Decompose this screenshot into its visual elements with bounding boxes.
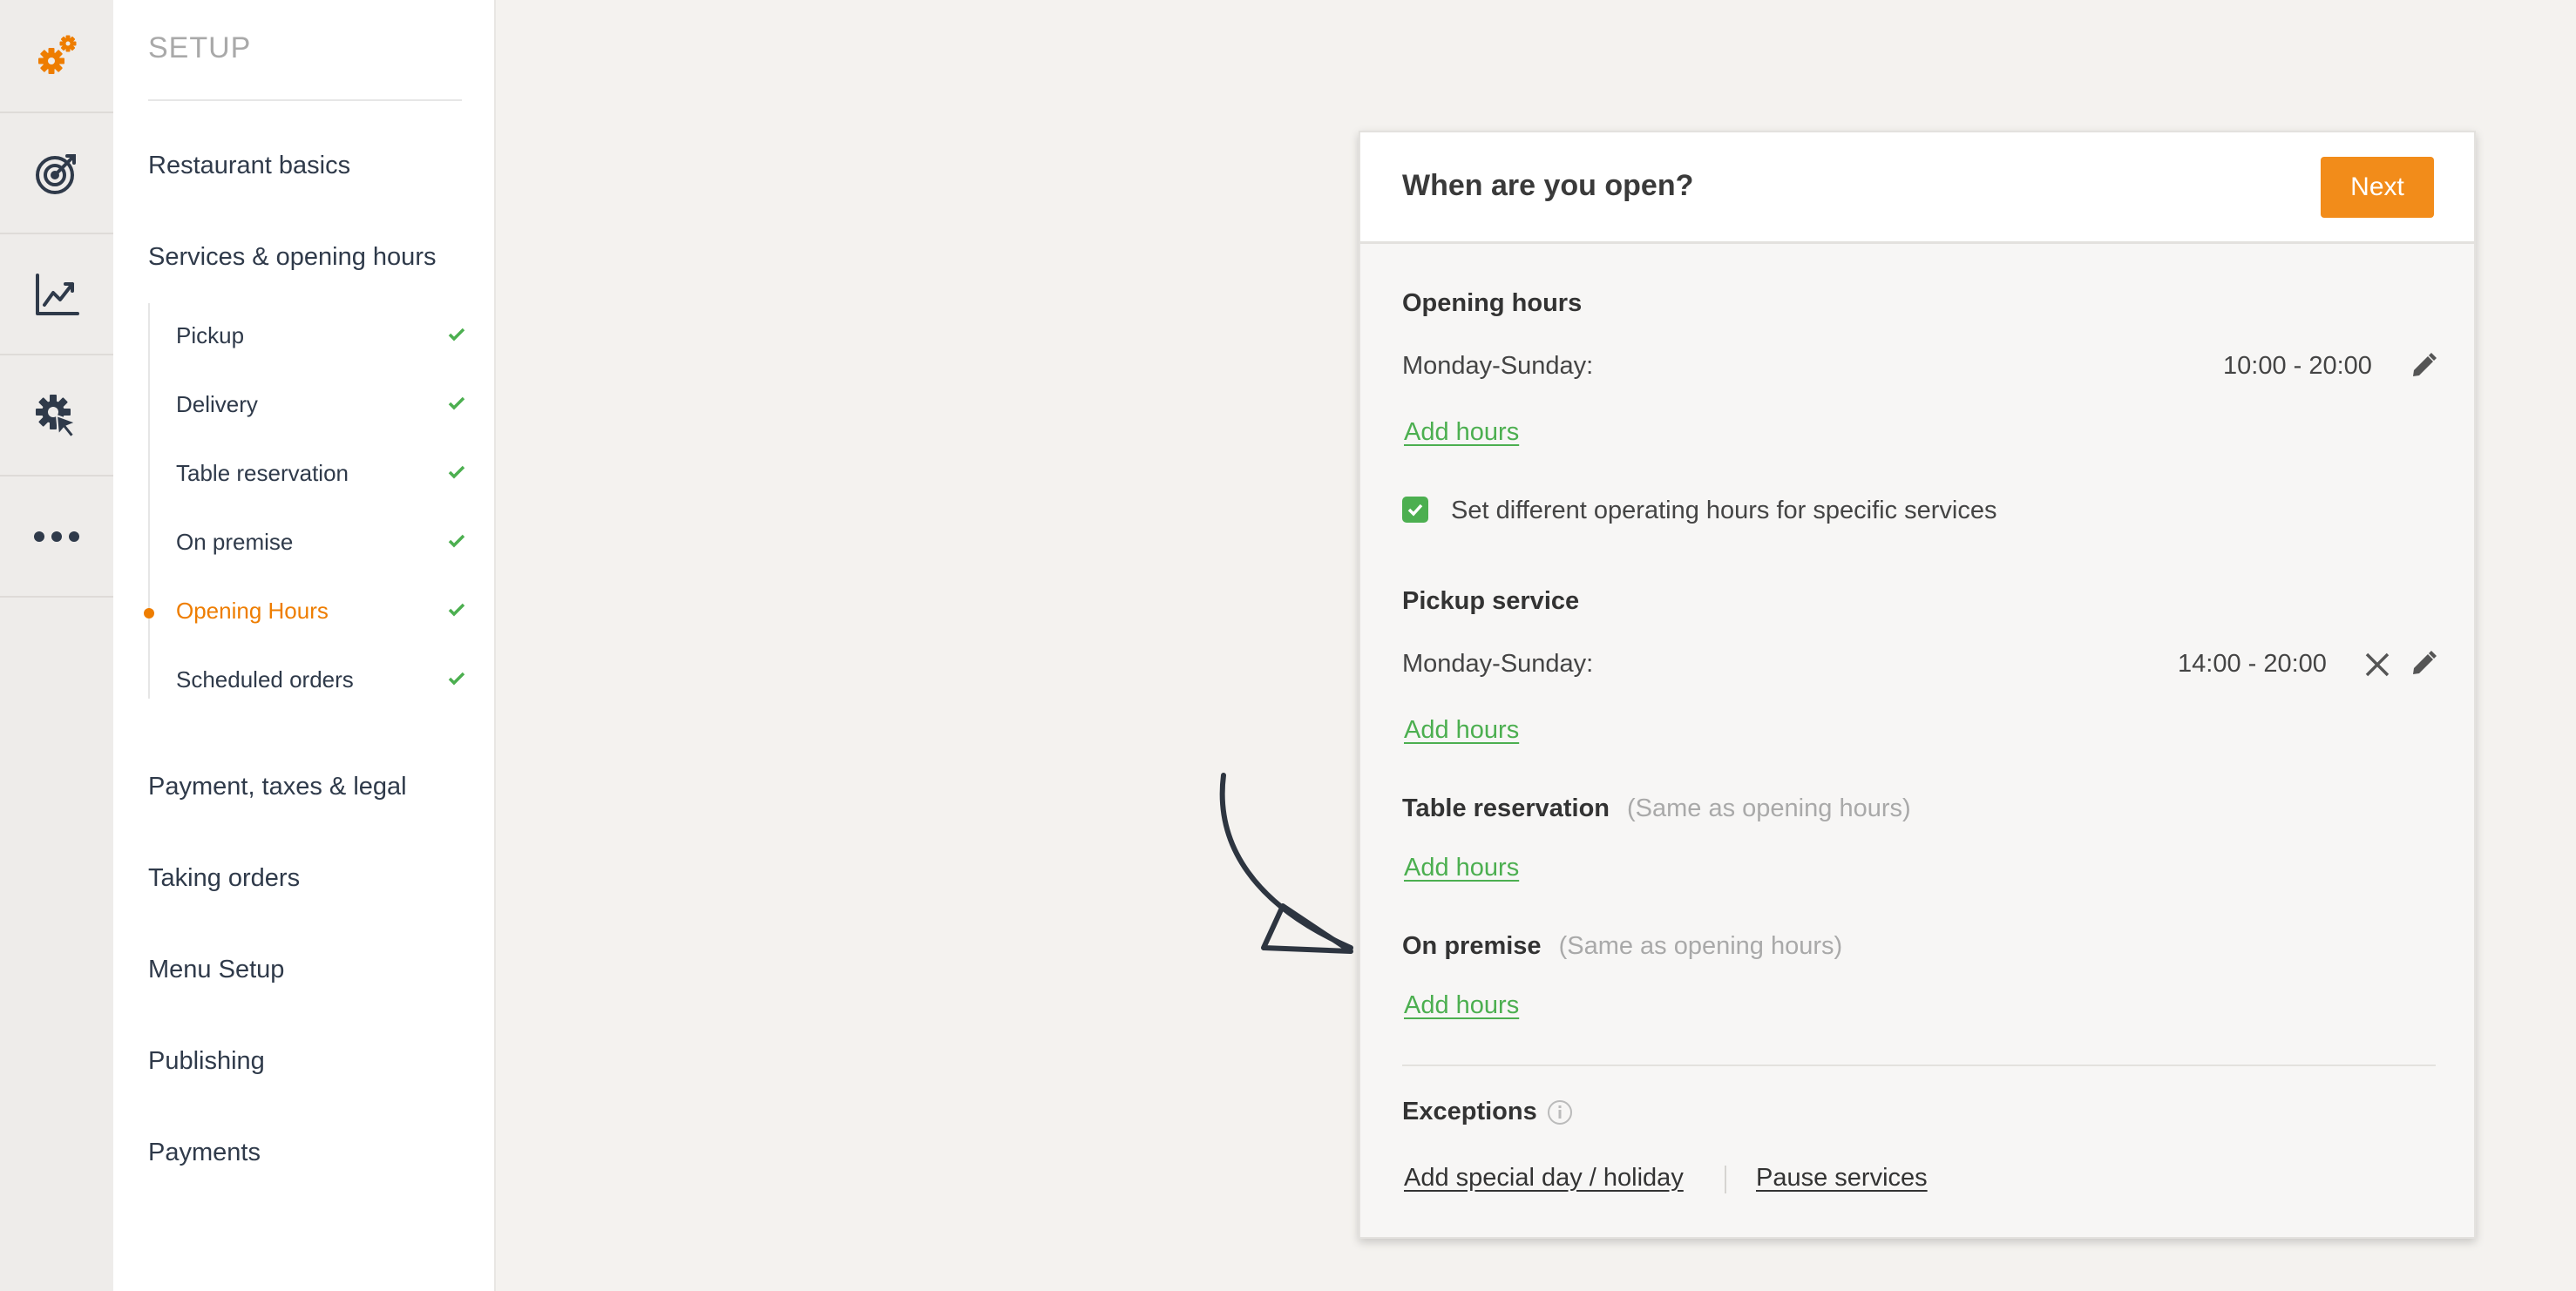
opening-hours-day: Monday-Sunday:	[1402, 352, 1594, 380]
sidebar-section-payments[interactable]: Payments	[148, 1139, 261, 1167]
sidebar-section-services[interactable]: Services & opening hours	[148, 243, 436, 272]
opening-hours-add-hours-link[interactable]: Add hours	[1404, 418, 1519, 447]
pickup-time: 14:00 - 20:00	[2178, 650, 2327, 678]
subitem-label: Table reservation	[176, 460, 349, 486]
icon-rail	[0, 0, 113, 1291]
next-button[interactable]: Next	[2321, 157, 2434, 218]
sidebar-section-restaurant-basics[interactable]: Restaurant basics	[148, 152, 350, 180]
opening-hours-heading: Opening hours	[1402, 289, 1583, 317]
sidebar-section-menu-setup[interactable]: Menu Setup	[148, 956, 284, 984]
rail-item-more[interactable]	[0, 477, 113, 598]
rail-item-settings[interactable]	[0, 355, 113, 477]
check-icon	[448, 534, 465, 548]
target-icon	[36, 153, 76, 194]
on-premise-note: (Same as opening hours)	[1558, 932, 1843, 960]
sidebar-subitem-scheduled-orders[interactable]: Scheduled orders	[176, 666, 465, 701]
on-premise-heading: On premise (Same as opening hours)	[1402, 932, 1842, 961]
pickup-add-hours-link[interactable]: Add hours	[1404, 716, 1519, 745]
subitem-label: On premise	[176, 529, 294, 555]
pointer-arrow-icon	[1219, 773, 1353, 954]
sidebar-subitem-on-premise[interactable]: On premise	[176, 529, 465, 564]
sidebar-subitem-pickup[interactable]: Pickup	[176, 322, 465, 357]
check-icon	[448, 328, 465, 341]
services-sublist: Pickup Delivery Table reservation On pre…	[144, 303, 465, 701]
table-reservation-note: (Same as opening hours)	[1627, 794, 1911, 822]
check-icon	[448, 672, 465, 686]
table-reservation-add-hours-link[interactable]: Add hours	[1404, 854, 1519, 882]
sidebar-section-taking-orders[interactable]: Taking orders	[148, 864, 300, 893]
rail-item-setup[interactable]	[0, 0, 113, 113]
rail-item-marketing[interactable]	[0, 113, 113, 234]
rail-item-reports[interactable]	[0, 234, 113, 355]
specific-services-checkbox[interactable]	[1402, 497, 1428, 523]
sidebar-divider	[148, 99, 462, 101]
table-reservation-title: Table reservation	[1402, 794, 1610, 822]
gears-icon	[38, 35, 77, 74]
subitem-label: Pickup	[176, 322, 245, 348]
subitem-label: Opening Hours	[176, 598, 329, 624]
table-reservation-heading: Table reservation (Same as opening hours)	[1402, 794, 1911, 823]
active-bullet	[144, 608, 154, 618]
chart-icon	[36, 273, 79, 315]
close-icon[interactable]	[2364, 652, 2390, 678]
more-icon	[34, 531, 79, 542]
edit-icon[interactable]	[2410, 352, 2437, 380]
card-header: When are you open? Next	[1360, 132, 2474, 244]
exceptions-heading: Exceptions	[1402, 1098, 1537, 1125]
pickup-day: Monday-Sunday:	[1402, 650, 1594, 678]
section-divider	[1402, 1065, 2436, 1066]
sidebar-section-payment-taxes[interactable]: Payment, taxes & legal	[148, 773, 407, 801]
subitem-label: Scheduled orders	[176, 666, 354, 693]
opening-hours-time: 10:00 - 20:00	[2223, 352, 2372, 380]
sidebar-section-publishing[interactable]: Publishing	[148, 1047, 265, 1076]
on-premise-title: On premise	[1402, 932, 1542, 960]
specific-services-label: Set different operating hours for specif…	[1451, 497, 1997, 524]
opening-hours-card: When are you open? Next Opening hours Mo…	[1359, 131, 2476, 1239]
add-special-day-link[interactable]: Add special day / holiday	[1404, 1164, 1684, 1193]
info-icon[interactable]	[1547, 1099, 1573, 1125]
edit-icon[interactable]	[2410, 650, 2437, 678]
card-title: When are you open?	[1402, 169, 1694, 202]
check-icon	[448, 465, 465, 479]
on-premise-add-hours-link[interactable]: Add hours	[1404, 991, 1519, 1020]
sidebar-subitem-delivery[interactable]: Delivery	[176, 391, 465, 426]
sidebar-subitem-opening-hours[interactable]: Opening Hours	[144, 598, 465, 632]
link-separator	[1725, 1166, 1726, 1193]
pause-services-link[interactable]: Pause services	[1756, 1164, 1928, 1193]
gear-cursor-icon	[36, 394, 78, 438]
check-icon	[448, 396, 465, 410]
checkmark-icon	[1407, 504, 1423, 517]
sidebar-title: SETUP	[148, 31, 252, 64]
check-icon	[448, 603, 465, 617]
pickup-heading: Pickup service	[1402, 587, 1580, 615]
subitem-label: Delivery	[176, 391, 258, 417]
sidebar-subitem-table-reservation[interactable]: Table reservation	[176, 460, 465, 495]
setup-sidebar: SETUP Restaurant basics Services & openi…	[113, 0, 496, 1291]
